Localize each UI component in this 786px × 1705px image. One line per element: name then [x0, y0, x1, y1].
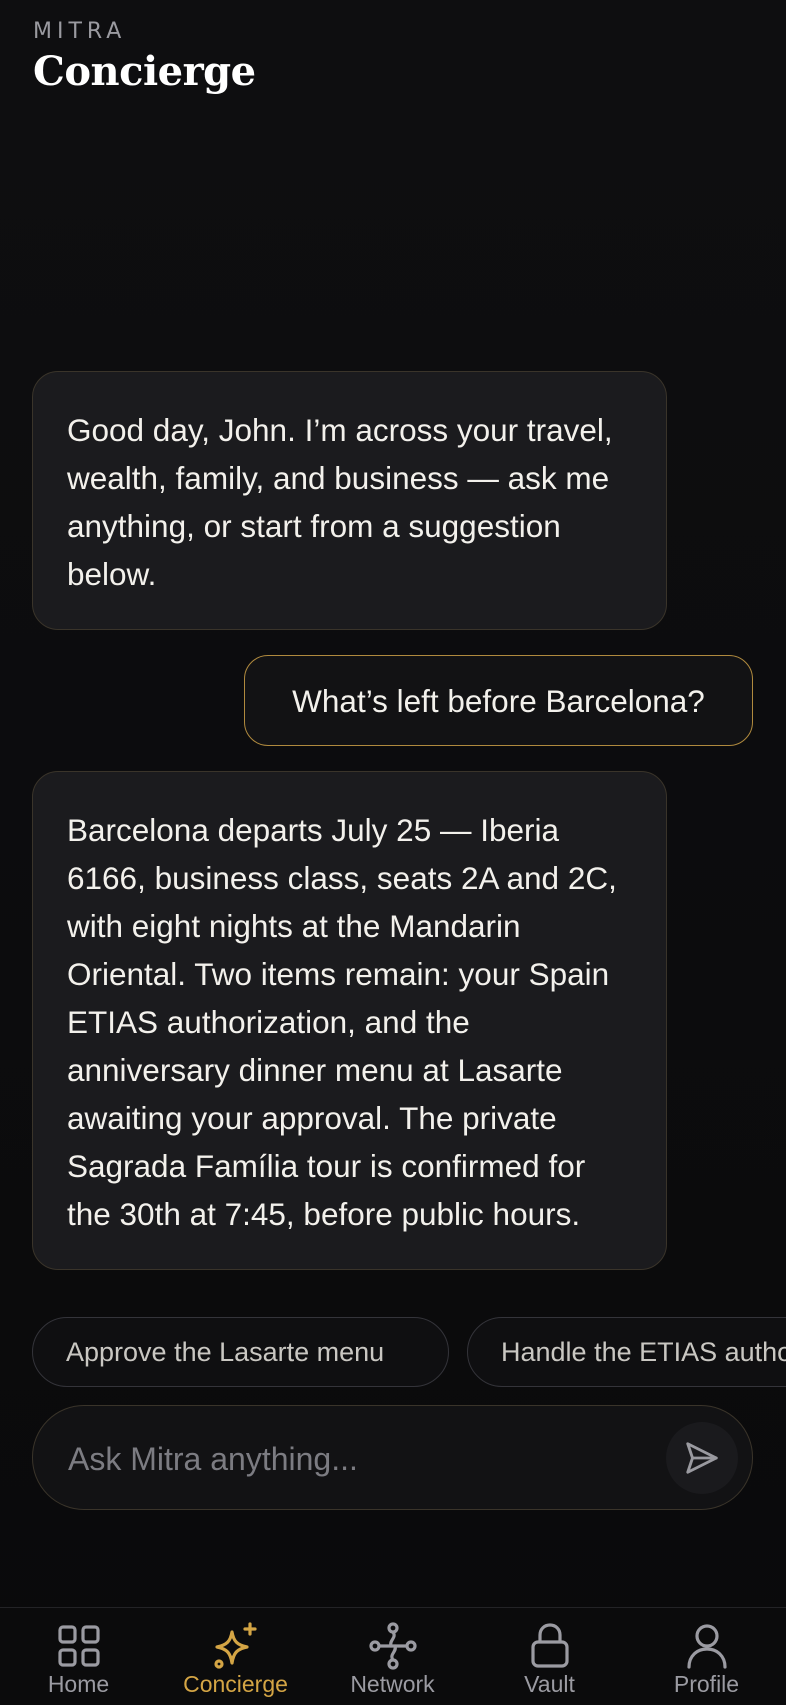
- sparkle-icon: [213, 1622, 257, 1669]
- tab-concierge[interactable]: Concierge: [157, 1608, 314, 1705]
- message-input[interactable]: [66, 1428, 630, 1490]
- suggestion-chips: Approve the Lasarte menu Handle the ETIA…: [32, 1317, 786, 1387]
- tab-label: Vault: [524, 1671, 575, 1697]
- tab-profile[interactable]: Profile: [628, 1608, 785, 1705]
- page-title: Concierge: [33, 48, 256, 95]
- tab-home[interactable]: Home: [0, 1608, 157, 1705]
- send-icon: [686, 1442, 718, 1474]
- lock-icon: [530, 1623, 569, 1668]
- network-icon: [368, 1622, 417, 1670]
- app-header: MITRA Concierge: [33, 18, 256, 96]
- message-composer: [32, 1405, 753, 1510]
- user-message: What’s left before Barcelona?: [244, 655, 753, 746]
- tab-label: Network: [350, 1671, 435, 1697]
- bottom-tab-bar: Home Concierge Network Vault Profile: [0, 1607, 786, 1705]
- grid-icon: [57, 1625, 100, 1667]
- send-button[interactable]: [666, 1422, 738, 1494]
- suggestion-chip-etias[interactable]: Handle the ETIAS authorization: [467, 1317, 786, 1387]
- person-icon: [686, 1624, 727, 1669]
- tab-network[interactable]: Network: [314, 1608, 471, 1705]
- tab-label: Home: [47, 1671, 110, 1697]
- tab-vault[interactable]: Vault: [471, 1608, 628, 1705]
- assistant-message: Good day, John. I’m across your travel, …: [32, 371, 667, 630]
- assistant-message: Barcelona departs July 25 — Iberia 6166,…: [32, 771, 667, 1270]
- tab-label: Profile: [673, 1671, 740, 1697]
- brand-label: MITRA: [33, 19, 127, 44]
- suggestion-chip-approve-menu[interactable]: Approve the Lasarte menu: [32, 1317, 449, 1387]
- tab-label: Concierge: [183, 1671, 288, 1697]
